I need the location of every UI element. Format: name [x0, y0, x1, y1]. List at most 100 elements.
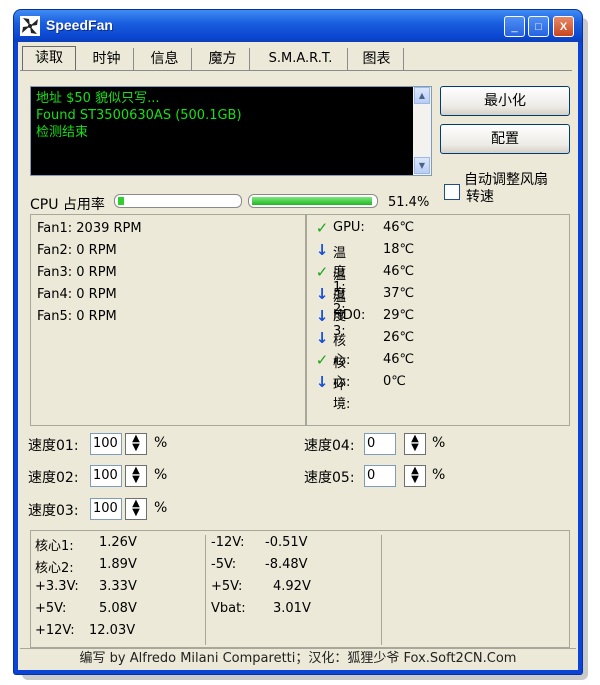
window-title: SpeedFan — [46, 17, 113, 33]
speed02-label: 速度02: — [28, 470, 79, 486]
speed04-spinner-icon[interactable]: ▲ ▼ — [404, 433, 426, 455]
voltage-value: 1.26V — [99, 535, 137, 550]
auto-fan-label-line: 自动调整风扇 — [464, 172, 548, 188]
temp-value: 29℃ — [383, 308, 415, 323]
fan-reading: Fan5: 0 RPM — [37, 309, 117, 324]
close-window-button[interactable]: X — [553, 16, 574, 37]
fan-reading: Fan2: 0 RPM — [37, 243, 117, 258]
temp-value: 46℃ — [383, 352, 415, 367]
check-icon: ✓ — [315, 351, 329, 369]
log-line: 地址 $50 貌似只写... — [36, 91, 160, 106]
voltage-label: +5V: — [35, 601, 67, 616]
minimize-window-button[interactable]: _ — [504, 16, 525, 37]
temp-value: 0℃ — [383, 374, 406, 389]
cpu-core1-bar — [114, 194, 242, 208]
speed01-spinner-icon[interactable]: ▲ ▼ — [125, 433, 147, 455]
temp-label: HD0: — [333, 308, 366, 323]
voltage-label: -12V: — [211, 535, 245, 550]
minimize-button[interactable]: 最小化 — [440, 86, 570, 116]
temp-value: 26℃ — [383, 330, 415, 345]
speed01-input[interactable]: 100 — [90, 433, 122, 455]
tab-clock[interactable]: 时钟 — [80, 48, 134, 70]
fan-reading: Fan1: 2039 RPM — [37, 221, 142, 236]
voltage-value: -8.48V — [265, 557, 308, 572]
temp-value: 46℃ — [383, 220, 415, 235]
cpu-core2-fill — [252, 197, 372, 205]
tab-smart[interactable]: S.M.A.R.T. — [254, 48, 348, 70]
voltage-label: +5V: — [211, 579, 243, 594]
speed01-label: 速度01: — [28, 438, 79, 454]
auto-fan-checkbox[interactable] — [444, 184, 460, 200]
log-line: 检测结束 — [36, 125, 89, 140]
temp-label: GPU: — [333, 220, 365, 235]
fans-panel: Fan1: 2039 RPM Fan2: 0 RPM Fan3: 0 RPM F… — [30, 214, 306, 426]
voltage-value: 3.01V — [273, 601, 311, 616]
down-arrow-icon: ↓ — [315, 241, 329, 259]
fan-app-icon — [20, 16, 40, 36]
speed04-unit: % — [432, 435, 446, 451]
cpu-core2-bar — [248, 194, 378, 208]
speed03-spinner-icon[interactable]: ▲ ▼ — [125, 498, 147, 520]
down-arrow-icon: ↓ — [315, 285, 329, 303]
voltage-value: 4.92V — [273, 579, 311, 594]
client-area: 读取 时钟 信息 魔方 S.M.A.R.T. 图表 地址 $50 貌似只写...… — [18, 42, 578, 670]
log-line: Found ST3500630AS (500.1GB) — [36, 108, 242, 123]
speed03-label: 速度03: — [28, 503, 79, 519]
status-bar: 编写 by Alfredo Milani Comparetti；汉化：狐狸少爷 … — [20, 648, 576, 669]
maximize-window-button[interactable]: □ — [528, 16, 549, 37]
cpu-usage-label: CPU 占用率 — [30, 197, 105, 213]
speed02-spinner-icon[interactable]: ▲ ▼ — [125, 465, 147, 487]
voltage-label: -5V: — [211, 557, 237, 572]
voltage-value: -0.51V — [265, 535, 308, 550]
voltages-panel: 核心1: 1.26V 核心2: 1.89V +3.3V: 3.33V +5V: … — [30, 530, 570, 648]
voltage-value: 5.08V — [99, 601, 137, 616]
temp-value: 18℃ — [383, 242, 415, 257]
speed04-label: 速度04: — [304, 438, 355, 454]
scroll-up-icon[interactable]: ▲ — [414, 87, 430, 104]
cpu-core1-fill — [118, 197, 124, 205]
speed05-input[interactable]: 0 — [364, 465, 396, 487]
temp-value: 37℃ — [383, 286, 415, 301]
speed05-label: 速度05: — [304, 470, 355, 486]
tab-info[interactable]: 信息 — [138, 48, 192, 70]
cpu-usage-percent: 51.4% — [388, 195, 430, 210]
voltage-label: +3.3V: — [35, 579, 79, 594]
speed02-unit: % — [154, 467, 168, 483]
speedfan-window: SpeedFan _ □ X 读取 时钟 信息 魔方 S.M.A.R.T. 图表… — [14, 10, 582, 674]
voltage-label: 核心1: — [35, 539, 74, 554]
tab-readings[interactable]: 读取 — [22, 46, 76, 70]
speed05-spinner-icon[interactable]: ▲ ▼ — [404, 465, 426, 487]
check-icon: ✓ — [315, 219, 329, 237]
speed04-input[interactable]: 0 — [364, 433, 396, 455]
temp-label: 环境: — [333, 378, 351, 412]
speed02-input[interactable]: 100 — [90, 465, 122, 487]
temps-panel: ✓ GPU: 46℃ ↓ 温度1: 18℃ ✓ 温度2: 46℃ ↓ 温度3: … — [306, 214, 570, 426]
log-console[interactable]: 地址 $50 貌似只写... Found ST3500630AS (500.1G… — [30, 86, 432, 176]
speed05-unit: % — [432, 467, 446, 483]
title-bar[interactable]: SpeedFan _ □ X — [14, 10, 582, 42]
speed03-unit: % — [154, 500, 168, 516]
voltage-label: Vbat: — [211, 601, 246, 616]
speed01-unit: % — [154, 435, 168, 451]
auto-fan-label: 自动调整风扇 转速 — [464, 172, 548, 206]
log-text: 地址 $50 貌似只写... Found ST3500630AS (500.1G… — [36, 90, 242, 141]
config-button[interactable]: 配置 — [440, 124, 570, 154]
tab-exotics[interactable]: 魔方 — [196, 48, 250, 70]
down-arrow-icon: ↓ — [315, 373, 329, 391]
fan-reading: Fan3: 0 RPM — [37, 265, 117, 280]
fan-reading: Fan4: 0 RPM — [37, 287, 117, 302]
auto-fan-label-line: 转速 — [466, 189, 494, 205]
speed03-input[interactable]: 100 — [90, 498, 122, 520]
down-arrow-icon: ↓ — [315, 329, 329, 347]
tab-charts[interactable]: 图表 — [350, 48, 404, 70]
voltage-value: 12.03V — [89, 623, 136, 638]
voltage-value: 1.89V — [99, 557, 137, 572]
voltage-label: 核心2: — [35, 561, 74, 576]
voltage-label: +12V: — [35, 623, 75, 638]
scroll-down-icon[interactable]: ▼ — [414, 157, 430, 174]
down-arrow-icon: ↓ — [315, 307, 329, 325]
temp-value: 46℃ — [383, 264, 415, 279]
voltage-value: 3.33V — [99, 579, 137, 594]
check-icon: ✓ — [315, 263, 329, 281]
log-scrollbar[interactable]: ▲ ▼ — [413, 87, 431, 175]
